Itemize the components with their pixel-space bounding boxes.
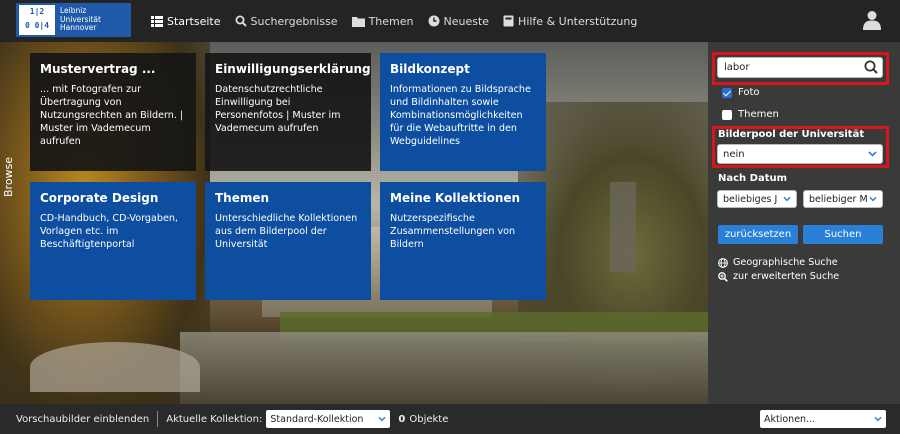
chevron-down-icon xyxy=(869,196,877,202)
collection-select[interactable]: Standard-Kollektion xyxy=(266,410,391,428)
object-label: Objekte xyxy=(409,413,449,425)
toggle-thumbnails[interactable]: Vorschaubilder einblenden xyxy=(16,414,149,425)
search-value: labor xyxy=(724,62,750,73)
search-icon xyxy=(235,15,247,27)
tile-text: CD-Handbuch, CD-Vorgaben, Vorlagen etc. … xyxy=(40,213,178,250)
browse-tab[interactable]: Browse xyxy=(2,152,16,202)
bilderpool-label: Bilderpool der Universität xyxy=(718,129,865,140)
advanced-search-link[interactable]: zur erweiterten Suche xyxy=(718,271,839,282)
tile-title: Themen xyxy=(215,191,270,205)
link-label: zur erweiterten Suche xyxy=(733,271,840,282)
select-value: Standard-Kollektion xyxy=(270,413,364,425)
divider xyxy=(157,411,159,427)
nav-hilfe[interactable]: Hilfe & Unterstützung xyxy=(503,15,637,28)
geo-search-link[interactable]: Geographische Suche xyxy=(718,257,838,268)
book-icon xyxy=(503,15,514,27)
nav-suchergebnisse[interactable]: Suchergebnisse xyxy=(235,15,338,28)
tile-corporate-design[interactable]: Corporate Design CD-Handbuch, CD-Vorgabe… xyxy=(30,182,196,300)
tile-mustervertrag[interactable]: Mustervertrag ... ... mit Fotografen zur… xyxy=(30,53,196,171)
date-year-select[interactable]: beliebiges J xyxy=(717,190,797,208)
nav-label: Suchergebnisse xyxy=(250,14,338,28)
chevron-down-icon xyxy=(874,416,882,422)
checkbox-label: Themen xyxy=(738,109,779,120)
grid-icon xyxy=(151,15,163,27)
tile-text: Informationen zu Bildsprache und Bildinh… xyxy=(390,84,531,147)
date-label: Nach Datum xyxy=(718,173,788,184)
main-nav: Startseite Suchergebnisse Themen Neueste… xyxy=(151,0,651,42)
tile-title: Meine Kollektionen xyxy=(390,191,521,205)
select-value: beliebiges J xyxy=(723,193,778,205)
date-month-select[interactable]: beliebiger M xyxy=(803,190,883,208)
tile-text: ... mit Fotografen zur Übertragung von N… xyxy=(40,84,184,147)
checkbox-foto[interactable]: Foto xyxy=(722,87,760,98)
tile-meine-kollektionen[interactable]: Meine Kollektionen Nutzerspezifische Zus… xyxy=(380,182,546,300)
checkbox-unchecked-icon[interactable] xyxy=(722,109,732,120)
user-icon[interactable] xyxy=(863,10,881,30)
nav-label: Startseite xyxy=(167,14,221,28)
tile-title: Corporate Design xyxy=(40,191,159,205)
clock-icon xyxy=(428,15,439,27)
checkbox-label: Foto xyxy=(738,87,760,98)
tile-bildkonzept[interactable]: Bildkonzept Informationen zu Bildsprache… xyxy=(380,53,546,171)
select-value: Aktionen... xyxy=(764,413,816,425)
search-button[interactable]: Suchen xyxy=(803,225,883,244)
object-count: 0 xyxy=(398,413,406,425)
nav-label: Themen xyxy=(368,14,414,28)
search-icon[interactable] xyxy=(862,59,880,76)
chevron-down-icon xyxy=(783,196,791,202)
globe-icon xyxy=(718,257,728,268)
tile-text: Datenschutzrechtliche Einwilligung bei P… xyxy=(215,84,341,134)
chevron-down-icon xyxy=(868,151,877,157)
bottom-bar: Vorschaubilder einblenden Aktuelle Kolle… xyxy=(0,404,900,434)
select-value: nein xyxy=(723,148,745,160)
logo-mark: 1|2 0 0|4 xyxy=(19,5,55,35)
nav-themen[interactable]: Themen xyxy=(351,14,414,28)
nav-neueste[interactable]: Neueste xyxy=(428,14,490,28)
tile-einwilligung[interactable]: Einwilligungserklärung Datenschutzrechtl… xyxy=(205,53,371,171)
actions-select[interactable]: Aktionen... xyxy=(760,410,886,428)
tile-title: Einwilligungserklärung xyxy=(215,62,371,76)
tile-text: Nutzerspezifische Zusammenstellungen von… xyxy=(390,213,516,250)
bilderpool-select[interactable]: nein xyxy=(717,144,883,164)
zoom-in-icon xyxy=(718,271,728,282)
nav-startseite[interactable]: Startseite xyxy=(151,15,221,28)
tile-title: Mustervertrag ... xyxy=(40,62,156,76)
collection-label: Aktuelle Kollektion: xyxy=(166,413,263,425)
chevron-down-icon xyxy=(378,416,386,422)
nav-label: Neueste xyxy=(443,14,490,28)
select-value: beliebiger M xyxy=(809,193,868,205)
search-input[interactable]: labor xyxy=(717,57,883,78)
link-label: Geographische Suche xyxy=(733,257,838,268)
folder-icon xyxy=(351,16,365,27)
checkbox-checked-icon[interactable] xyxy=(722,87,732,98)
checkbox-themen[interactable]: Themen xyxy=(722,109,779,120)
top-bar: 1|2 0 0|4 Leibniz Universität Hannover S… xyxy=(0,0,900,42)
nav-label: Hilfe & Unterstützung xyxy=(518,14,638,28)
logo-text: Leibniz Universität Hannover xyxy=(60,6,101,33)
tile-title: Bildkonzept xyxy=(390,62,470,76)
university-logo[interactable]: 1|2 0 0|4 Leibniz Universität Hannover xyxy=(16,3,131,37)
tile-themen[interactable]: Themen Unterschiedliche Kollektionen aus… xyxy=(205,182,371,300)
reset-button[interactable]: zurücksetzen xyxy=(718,225,798,244)
tile-text: Unterschiedliche Kollektionen aus dem Bi… xyxy=(215,213,358,250)
